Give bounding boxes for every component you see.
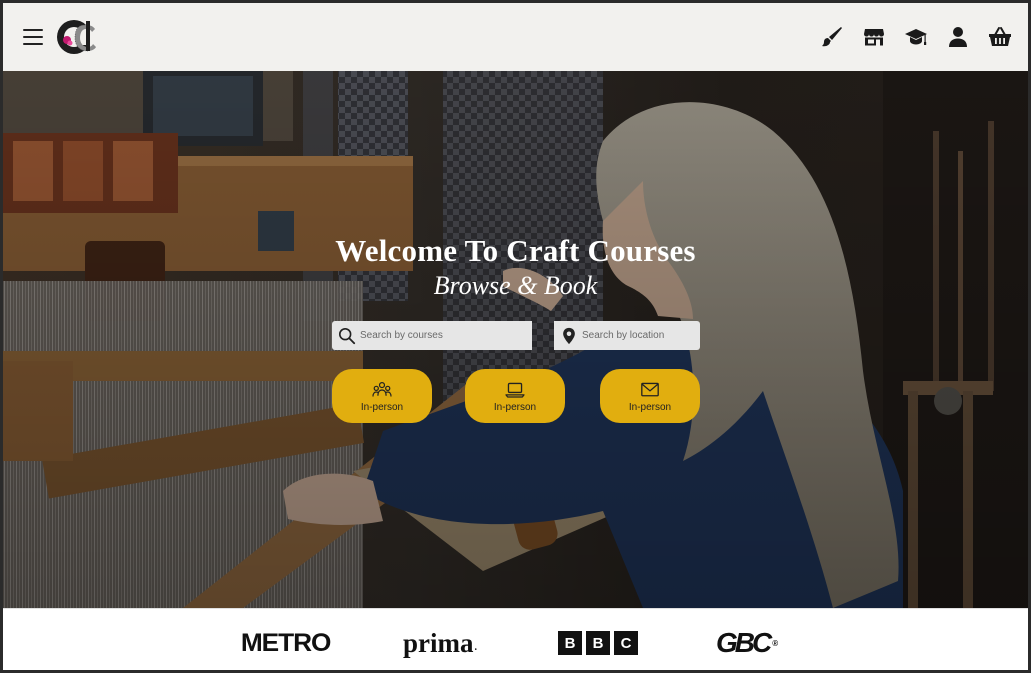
online-label: In-person	[493, 401, 537, 413]
in-person-label: In-person	[360, 401, 404, 413]
bbc-logo: B B C	[558, 609, 638, 670]
header-nav	[820, 25, 1012, 49]
page-frame: Welcome To Craft Courses Browse & Book S…	[0, 0, 1031, 673]
hero-banner: Welcome To Craft Courses Browse & Book S…	[3, 71, 1028, 608]
hero-subtitle: Browse & Book	[433, 271, 598, 300]
location-search-input[interactable]	[582, 330, 700, 341]
bbc-letter-c: C	[614, 631, 638, 655]
storefront-icon[interactable]	[862, 25, 886, 49]
prima-wordmark: prima	[403, 627, 474, 658]
hamburger-icon[interactable]	[23, 29, 45, 45]
envelope-icon	[641, 382, 659, 396]
location-search-box	[554, 321, 700, 350]
in-person-button[interactable]: In-person	[332, 369, 432, 423]
laptop-icon	[505, 382, 525, 398]
course-search-input[interactable]	[360, 330, 532, 341]
hero-title: Welcome To Craft Courses	[335, 233, 696, 268]
paintbrush-icon[interactable]	[820, 25, 844, 49]
featured-in-strip: METRO prima. B B C GBC ®	[3, 608, 1028, 670]
location-pin-icon	[563, 327, 575, 344]
online-button[interactable]: In-person	[465, 369, 565, 423]
gbc-wordmark: GBC	[716, 627, 772, 658]
postal-kit-button[interactable]: In-person	[600, 369, 700, 423]
people-icon	[372, 381, 392, 397]
basket-icon[interactable]	[988, 25, 1012, 49]
metro-logo: METRO	[240, 628, 332, 657]
search-icon	[338, 327, 356, 344]
bbc-letter-b1: B	[558, 631, 582, 655]
prima-logo: prima.	[403, 627, 477, 658]
craft-courses-logo[interactable]	[55, 15, 99, 59]
graduation-cap-icon[interactable]	[904, 25, 928, 49]
top-header	[3, 3, 1028, 72]
gbc-logo: GBC ®	[716, 627, 779, 658]
course-search-box	[332, 321, 532, 350]
user-icon[interactable]	[946, 25, 970, 49]
bbc-letter-b2: B	[586, 631, 610, 655]
postal-kit-label: In-person	[628, 401, 672, 413]
